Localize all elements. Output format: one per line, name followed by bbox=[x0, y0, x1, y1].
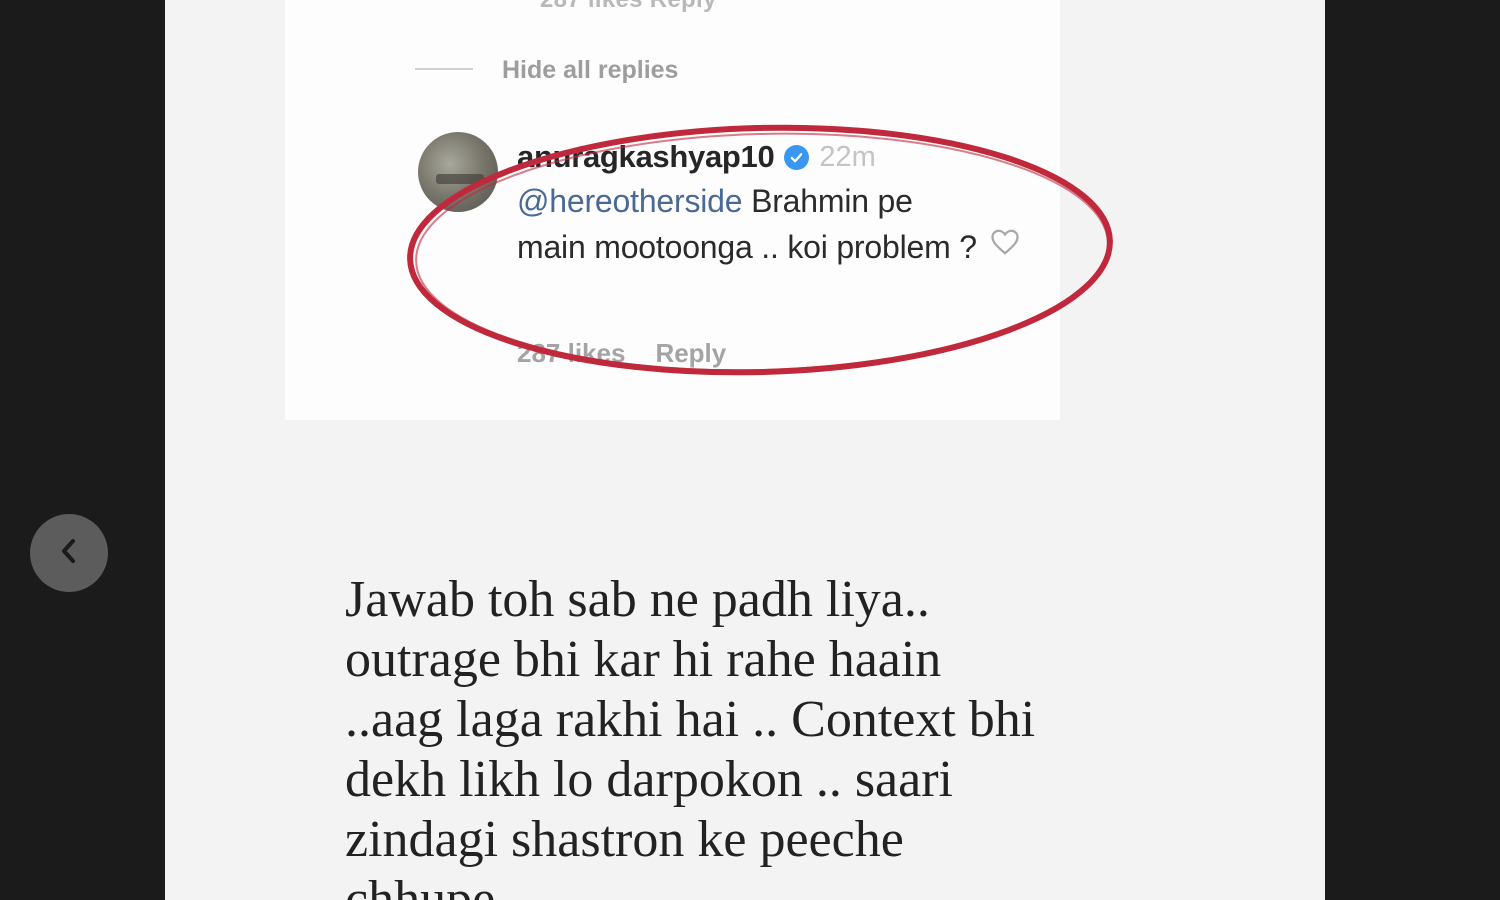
avatar[interactable] bbox=[418, 132, 498, 212]
comment-screenshot-card: 287 likes Reply Hide all replies anuragk… bbox=[285, 0, 1060, 420]
hide-replies-link[interactable]: Hide all replies bbox=[502, 56, 678, 85]
comment-text: @hereotherside Brahmin pe main mootoonga… bbox=[517, 178, 987, 270]
reply-header: anuragkashyap10 22m bbox=[517, 138, 987, 176]
reply-button[interactable]: Reply bbox=[655, 338, 726, 369]
story-viewer: 287 likes Reply Hide all replies anuragk… bbox=[165, 0, 1325, 900]
previous-button[interactable] bbox=[30, 514, 108, 592]
comment-timestamp: 22m bbox=[819, 140, 876, 173]
story-caption: Jawab toh sab ne padh liya.. outrage bhi… bbox=[345, 571, 1036, 900]
chevron-left-icon bbox=[56, 536, 82, 571]
reply-comment: anuragkashyap10 22m @hereotherside Brahm… bbox=[517, 138, 987, 270]
verified-badge-icon bbox=[784, 144, 810, 170]
mention-link[interactable]: @hereotherside bbox=[517, 183, 743, 219]
username[interactable]: anuragkashyap10 bbox=[517, 139, 775, 175]
likes-count[interactable]: 287 likes bbox=[517, 338, 625, 369]
comment-meta: 287 likes Reply bbox=[517, 338, 726, 369]
previous-comment-actions: 287 likes Reply bbox=[540, 0, 717, 14]
divider-line bbox=[415, 68, 473, 70]
heart-outline-icon[interactable] bbox=[990, 228, 1020, 261]
